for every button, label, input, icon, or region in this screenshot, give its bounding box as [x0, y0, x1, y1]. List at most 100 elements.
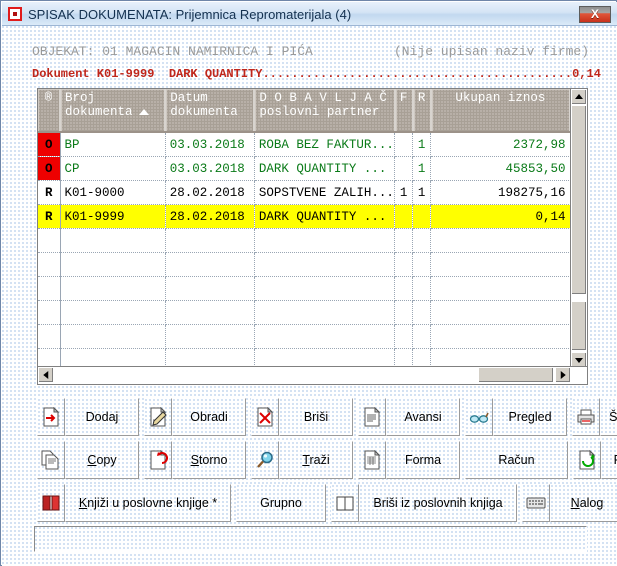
- cell-datum: 28.02.2018: [165, 180, 255, 205]
- cell-flag: O: [38, 156, 61, 181]
- cell-broj: K01-9000: [60, 180, 166, 205]
- triangle-right-icon: [560, 371, 566, 379]
- cell-flag: R: [38, 204, 61, 229]
- button-povracaj[interactable]: Povraćaj: [601, 441, 617, 479]
- button-pregled[interactable]: Pregled: [493, 398, 567, 436]
- button-dodaj[interactable]: Dodaj: [65, 398, 139, 436]
- table-row[interactable]: O CP 03.03.2018 DARK QUANTITY ... 1 45853,50: [38, 156, 571, 181]
- system-menu-icon[interactable]: [8, 7, 22, 21]
- keyboard-icon-button[interactable]: [522, 484, 550, 522]
- cell-empty: [254, 228, 396, 253]
- cell-flag: R: [38, 180, 61, 205]
- cell-empty: [412, 276, 432, 301]
- document-undo-icon-button[interactable]: [144, 441, 172, 479]
- form-icon-button[interactable]: [358, 441, 386, 479]
- document-copy-icon: [41, 450, 59, 470]
- grid-vertical-scrollbar[interactable]: [570, 89, 587, 368]
- cell-empty: [430, 276, 571, 301]
- cell-empty: [38, 252, 61, 277]
- cell-f: [394, 132, 414, 157]
- table-row[interactable]: R K01-9999 28.02.2018 DARK QUANTITY ... 0,14: [38, 204, 571, 229]
- window-title: SPISAK DOKUMENATA: Prijemnica Repromater…: [28, 7, 352, 22]
- button-racun[interactable]: Račun: [465, 441, 568, 479]
- document-edit-icon-button[interactable]: [144, 398, 172, 436]
- col-header-datum[interactable]: Datum dokumenta: [165, 89, 256, 133]
- button-knjizi-u-poslovne-knjige[interactable]: Knjiži u poslovne knjige *: [65, 484, 231, 522]
- book-open-icon-button[interactable]: [331, 484, 359, 522]
- cell-empty: [165, 324, 255, 349]
- document-delete-icon-button[interactable]: [251, 398, 279, 436]
- glasses-icon: [469, 412, 489, 423]
- document-add-icon: [43, 407, 60, 427]
- cell-empty: [254, 252, 396, 277]
- col-header-iznos[interactable]: Ukupan iznos: [430, 89, 571, 133]
- scroll-up-button[interactable]: [571, 89, 587, 105]
- cell-empty: [60, 324, 166, 349]
- magnifier-icon-button[interactable]: [251, 441, 279, 479]
- button-obradi[interactable]: Obradi: [172, 398, 246, 436]
- document-add-icon-button[interactable]: [37, 398, 65, 436]
- button-nalog[interactable]: Nalog: [550, 484, 617, 522]
- cell-iznos: 198275,16: [430, 180, 571, 205]
- col-header-flag[interactable]: ®: [38, 89, 62, 133]
- document-lines-icon-button[interactable]: [358, 398, 386, 436]
- cell-empty: [254, 300, 396, 325]
- scroll-right-button[interactable]: [555, 367, 571, 383]
- button-brisi-iz-poslovnih-knjiga[interactable]: Briši iz poslovnih knjiga: [359, 484, 517, 522]
- cell-empty: [165, 276, 255, 301]
- table-row-empty: [38, 300, 571, 325]
- glasses-icon-button[interactable]: [465, 398, 493, 436]
- table-row-empty: [38, 324, 571, 349]
- cell-dobavljac: DARK QUANTITY ...: [254, 156, 396, 181]
- button-stampa[interactable]: Štampa +: [600, 398, 617, 436]
- button-trazi[interactable]: Traži: [279, 441, 353, 479]
- cell-r: 1: [412, 180, 432, 205]
- table-row[interactable]: R K01-9000 28.02.2018 SOPSTVENE ZALIH... 1 1 1…: [38, 180, 571, 205]
- button-copy[interactable]: Copy: [65, 441, 139, 479]
- document-refresh-icon-button[interactable]: [573, 441, 601, 479]
- button-storno[interactable]: Storno: [172, 441, 246, 479]
- vertical-scroll-thumb[interactable]: [571, 105, 587, 295]
- book-red-icon-button[interactable]: [37, 484, 65, 522]
- table-row[interactable]: O BP 03.03.2018 ROBA BEZ FAKTUR... 1 2372,98: [38, 132, 571, 157]
- horizontal-scroll-thumb[interactable]: [478, 367, 554, 383]
- cell-iznos: 45853,50: [430, 156, 571, 181]
- cell-broj: CP: [60, 156, 166, 181]
- col-header-dobavljac[interactable]: D O B A V L J A Čposlovni partner: [254, 89, 396, 133]
- cell-datum: 28.02.2018: [165, 204, 255, 229]
- triangle-left-icon: [43, 371, 49, 379]
- cell-empty: [394, 276, 414, 301]
- button-avansi[interactable]: Avansi: [386, 398, 460, 436]
- button-brisi[interactable]: Briši: [279, 398, 353, 436]
- cell-empty: [165, 228, 255, 253]
- col-header-r[interactable]: R: [412, 89, 432, 133]
- cell-r: 1: [412, 132, 432, 157]
- scroll-left-button[interactable]: [38, 367, 54, 383]
- magnifier-icon: [257, 451, 273, 468]
- cell-empty: [412, 300, 432, 325]
- button-forma[interactable]: Forma: [386, 441, 460, 479]
- printer-plus-icon-button[interactable]: [572, 398, 600, 436]
- cell-empty: [394, 324, 414, 349]
- cell-broj: K01-9999: [60, 204, 166, 229]
- document-copy-icon-button[interactable]: [37, 441, 65, 479]
- col-header-broj[interactable]: Broj dokumenta: [60, 89, 167, 133]
- col-header-f[interactable]: F: [394, 89, 414, 133]
- cell-broj: BP: [60, 132, 166, 157]
- cell-datum: 03.03.2018: [165, 156, 255, 181]
- cell-empty: [38, 276, 61, 301]
- keyboard-icon: [526, 497, 546, 509]
- documents-grid-viewport: ® Broj dokumenta Datum dokumenta D O B A V…: [38, 89, 571, 384]
- close-button[interactable]: X: [579, 6, 611, 23]
- document-undo-icon: [150, 450, 168, 470]
- toolbar-row-2: CopyStornoTražiFormaRačunPovraćajPDV: [37, 441, 617, 479]
- cell-empty: [430, 324, 571, 349]
- cell-empty: [38, 324, 61, 349]
- button-grupno[interactable]: Grupno: [236, 484, 326, 522]
- vertical-scroll-thumb-lower[interactable]: [571, 301, 587, 351]
- printer-plus-icon: [577, 409, 595, 425]
- cell-empty: [412, 324, 432, 349]
- grid-horizontal-scrollbar[interactable]: [38, 366, 587, 384]
- cell-empty: [412, 252, 432, 277]
- scrollbar-corner: [571, 367, 587, 384]
